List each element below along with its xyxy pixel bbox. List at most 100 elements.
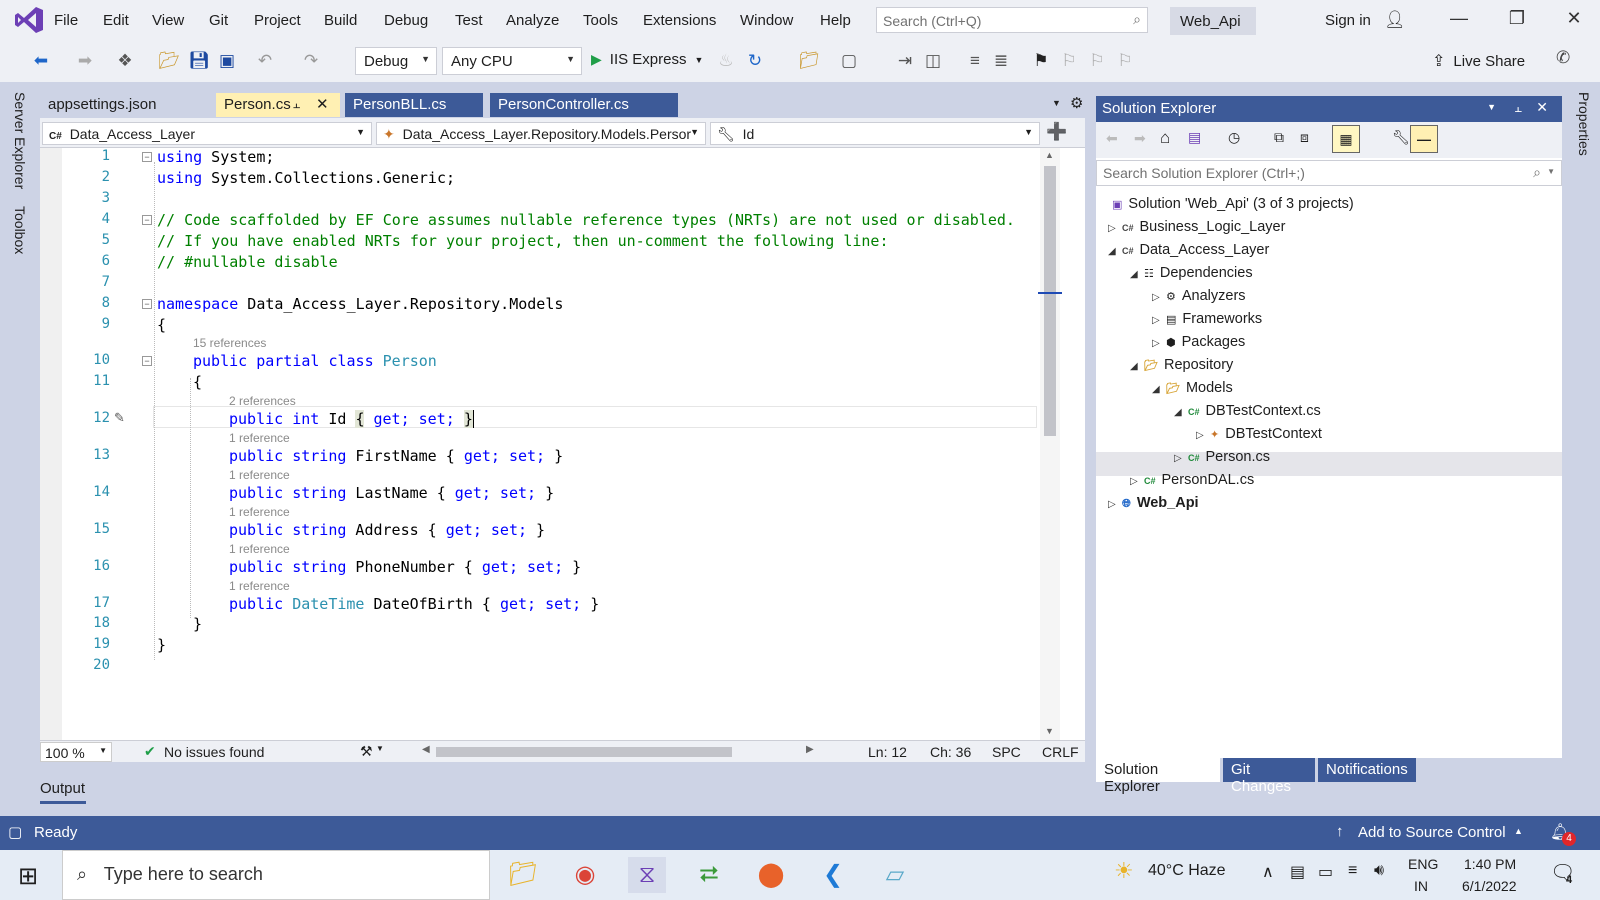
live-share-button[interactable]: ⇪ Live Share — [1432, 51, 1525, 71]
save-all-icon[interactable]: ▣ — [216, 51, 238, 71]
expand-icon[interactable]: ▷ — [1152, 338, 1166, 349]
menu-file[interactable]: File — [54, 12, 78, 29]
switch-views-icon[interactable]: ▤ — [1188, 129, 1201, 146]
tree-item-business-logic-layer[interactable]: ▷ C# Business_Logic_Layer — [1108, 219, 1285, 235]
tab-notifications[interactable]: Notifications — [1318, 758, 1416, 782]
taskbar-search-input[interactable]: ⌕ Type here to search — [62, 850, 490, 900]
expand-icon[interactable]: ▷ — [1174, 453, 1188, 464]
feedback-icon[interactable]: ✆ — [1556, 48, 1570, 68]
volume-icon[interactable]: 🔊︎ — [1374, 862, 1384, 880]
tree-item-data-access-layer[interactable]: ◢ C# Data_Access_Layer — [1108, 242, 1269, 258]
meet-now-icon[interactable]: ▤ — [1290, 862, 1305, 882]
sign-in-link[interactable]: Sign in — [1325, 12, 1371, 29]
screenshot-icon[interactable]: ▢ — [838, 51, 860, 71]
toolbox-tab[interactable]: Toolbox — [12, 206, 28, 254]
pin-icon[interactable]: ⫠ — [1514, 100, 1522, 116]
code-cleanup-brush-icon[interactable]: ⚒ — [360, 743, 373, 760]
scroll-up-icon[interactable]: ▲ — [1045, 150, 1054, 160]
close-icon[interactable]: ✕ — [1536, 99, 1548, 116]
line-indicator[interactable]: Ln: 12 — [868, 744, 907, 760]
menu-edit[interactable]: Edit — [103, 12, 129, 29]
weather-icon[interactable]: ☀ — [1114, 858, 1134, 884]
menu-build[interactable]: Build — [324, 12, 357, 29]
menu-help[interactable]: Help — [820, 12, 851, 29]
next-bookmark-icon[interactable]: ⚐ — [1086, 51, 1108, 71]
column-indicator[interactable]: Ch: 36 — [930, 744, 971, 760]
save-icon[interactable]: 💾︎ — [188, 51, 210, 71]
hot-reload-icon[interactable]: ♨ — [715, 51, 737, 71]
account-add-icon[interactable]: 👤︎ — [1384, 10, 1406, 30]
type-dropdown[interactable]: ✦ Data_Access_Layer.Repository.Models.Pe… — [376, 122, 706, 145]
start-debugging-button[interactable]: ▶ IIS Express ▼ — [591, 51, 703, 68]
file-explorer-icon[interactable]: 📁︎ — [504, 857, 542, 893]
tree-item-packages[interactable]: ▷ ⬢ Packages — [1152, 334, 1245, 350]
windows-start-icon[interactable]: ⊞ — [18, 862, 38, 891]
properties-tab[interactable]: Properties — [1576, 92, 1592, 156]
pin-icon[interactable]: ⫠ — [293, 97, 300, 112]
codelens-references[interactable]: 15 references — [193, 336, 266, 350]
forward-icon[interactable]: ➡ — [74, 51, 96, 71]
menu-view[interactable]: View — [152, 12, 184, 29]
show-all-files-icon[interactable]: ▦ — [1332, 125, 1360, 153]
codelens-references[interactable]: 1 reference — [229, 431, 290, 445]
tree-item-person-cs[interactable]: ▷ C# Person.cs — [1174, 449, 1270, 465]
tree-item-persondal-cs[interactable]: ▷ C# PersonDAL.cs — [1130, 472, 1254, 488]
prev-bookmark-icon[interactable]: ⚐ — [1058, 51, 1080, 71]
menu-analyze[interactable]: Analyze — [506, 12, 559, 29]
collapse-icon[interactable]: ◢ — [1108, 246, 1122, 257]
tab-git-changes[interactable]: Git Changes — [1223, 758, 1315, 795]
minimize-icon[interactable]: — — [1447, 8, 1471, 29]
app-icon[interactable]: ⮂ — [690, 857, 728, 893]
tab-person-cs[interactable]: Person.cs ⫠ ✕ — [216, 93, 340, 117]
back-icon[interactable]: ⬅ — [30, 51, 52, 71]
whitespace-indicator[interactable]: SPC — [992, 744, 1021, 760]
collapse-icon[interactable]: ◢ — [1174, 407, 1188, 418]
chevron-up-icon[interactable]: ∧ — [1262, 862, 1274, 882]
postman-icon[interactable]: ⬤ — [752, 857, 790, 893]
menu-test[interactable]: Test — [455, 12, 483, 29]
tree-item-dependencies[interactable]: ◢ ☷ Dependencies — [1130, 265, 1253, 281]
codelens-references[interactable]: 1 reference — [229, 505, 290, 519]
line-ending-indicator[interactable]: CRLF — [1042, 744, 1079, 760]
close-tab-icon[interactable]: ✕ — [316, 95, 329, 113]
project-dropdown[interactable]: C# Data_Access_Layer ▼ — [42, 122, 372, 145]
codelens-references[interactable]: 1 reference — [229, 468, 290, 482]
forward-icon[interactable]: ➡ — [1134, 130, 1146, 147]
expand-icon[interactable]: ▷ — [1152, 315, 1166, 326]
collapse-icon[interactable]: − — [142, 299, 152, 309]
panel-menu-icon[interactable]: ▼ — [1487, 102, 1496, 112]
home-icon[interactable]: ⌂ — [1160, 128, 1170, 148]
sync-icon[interactable]: ⧉ — [1274, 129, 1284, 146]
chevron-up-icon[interactable]: ▲ — [1514, 826, 1523, 836]
clock-time[interactable]: 1:40 PM — [1464, 856, 1516, 872]
indent-icon[interactable]: ≣ — [990, 51, 1012, 71]
menu-tools[interactable]: Tools — [583, 12, 618, 29]
refresh-icon[interactable]: ↻ — [744, 51, 766, 71]
chevron-down-icon[interactable]: ▼ — [376, 744, 384, 753]
quick-search-input[interactable]: Search (Ctrl+Q) ⌕ — [876, 7, 1148, 33]
back-icon[interactable]: ⬅ — [1106, 130, 1118, 147]
tree-item-dbtestcontext-cs[interactable]: ◢ C# DBTestContext.cs — [1174, 403, 1321, 419]
outdent-icon[interactable]: ≡ — [964, 51, 986, 71]
clear-bookmarks-icon[interactable]: ⚐ — [1114, 51, 1136, 71]
scroll-down-icon[interactable]: ▼ — [1045, 726, 1054, 736]
chrome-icon[interactable]: ◉ — [566, 857, 604, 893]
collapse-icon[interactable]: − — [142, 215, 152, 225]
menu-window[interactable]: Window — [740, 12, 793, 29]
close-icon[interactable]: ✕ — [1562, 8, 1586, 29]
vertical-scrollbar[interactable]: ▲ ▼ — [1038, 148, 1062, 740]
tab-overflow-icon[interactable]: ▼ — [1052, 98, 1061, 108]
collapse-all-icon[interactable]: ⧈ — [1300, 129, 1309, 146]
app-icon[interactable]: ▱ — [876, 857, 914, 893]
tree-item-dbtestcontext-class[interactable]: ▷ ✦ DBTestContext — [1196, 426, 1322, 442]
tree-item-models[interactable]: ◢ 📂︎ Models — [1152, 380, 1233, 396]
expand-icon[interactable]: ▷ — [1108, 499, 1122, 510]
expand-icon[interactable]: ▷ — [1130, 476, 1144, 487]
new-project-icon[interactable]: ❖ — [114, 51, 136, 71]
tree-item-analyzers[interactable]: ▷ ⚙ Analyzers — [1152, 288, 1246, 304]
open-folder-icon[interactable]: 📂︎ — [158, 51, 180, 71]
menu-project[interactable]: Project — [254, 12, 301, 29]
browse-icon[interactable]: 📁︎ — [798, 51, 820, 71]
scroll-thumb[interactable] — [1044, 166, 1056, 436]
output-window-icon[interactable]: ▢ — [8, 823, 22, 841]
